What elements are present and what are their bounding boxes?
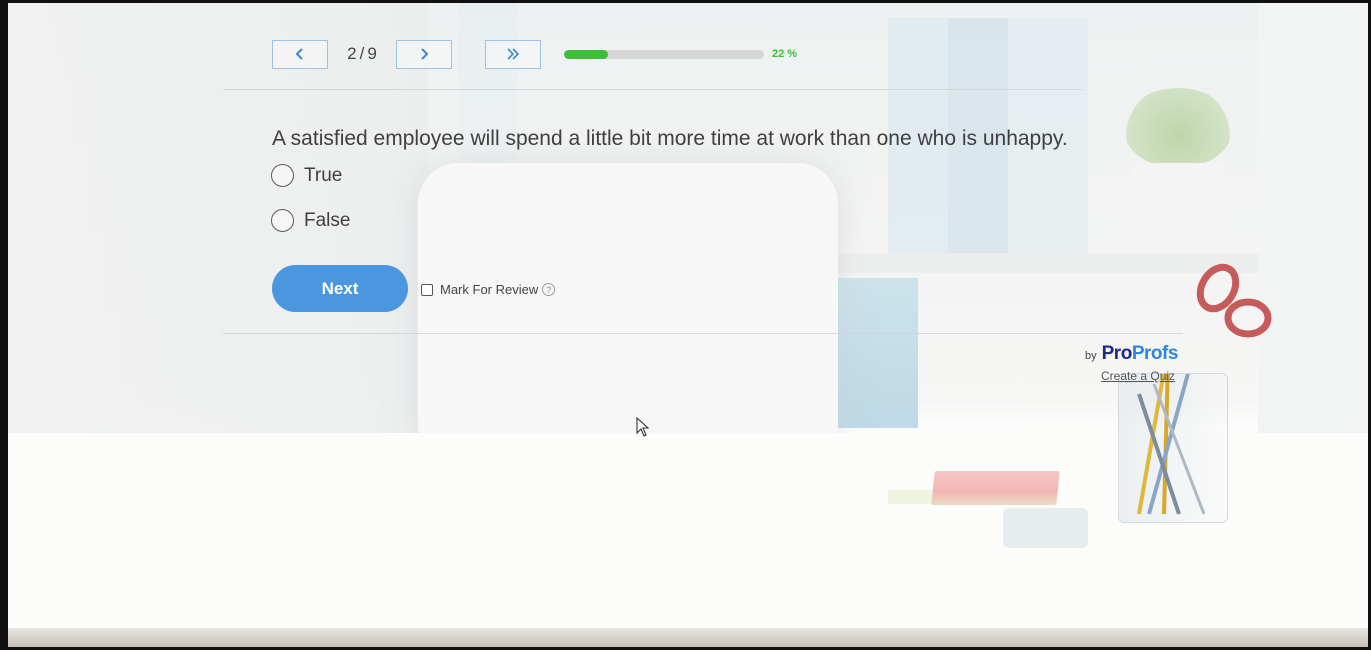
background-desk-edge	[8, 628, 1368, 647]
previous-question-button[interactable]	[272, 39, 328, 69]
question-text: A satisfied employee will spend a little…	[272, 127, 1068, 150]
background-pot	[1133, 163, 1223, 253]
background-pen-cup	[1118, 313, 1228, 523]
bottom-divider	[223, 333, 1183, 334]
mouse-cursor-icon	[636, 417, 650, 437]
total-questions: 9	[367, 44, 377, 63]
quiz-navigation-bar: 2/9 22 %	[272, 39, 797, 69]
radio-button[interactable]	[271, 209, 294, 232]
background-paperclip-box	[1003, 508, 1088, 548]
current-question-number: 2	[347, 44, 357, 63]
skip-to-end-button[interactable]	[485, 39, 541, 69]
progress-track	[564, 49, 764, 59]
background-sticky-notes	[931, 471, 1060, 505]
progress-fill	[564, 49, 608, 59]
chevron-right-icon	[421, 48, 429, 60]
radio-button[interactable]	[271, 164, 294, 187]
mark-for-review-label: Mark For Review	[440, 282, 539, 297]
quiz-page: 2/9 22 % A satisfied employee will spend…	[0, 0, 1371, 650]
branding-by: by	[1085, 350, 1097, 362]
progress-percent-label: 22 %	[772, 48, 798, 60]
background-scissors	[1188, 263, 1278, 343]
chevron-left-icon	[295, 48, 303, 60]
answer-option-true[interactable]: True	[271, 164, 342, 187]
answer-option-false[interactable]: False	[271, 209, 350, 232]
background-right-wall	[1258, 3, 1368, 433]
create-a-quiz-link[interactable]: Create a Quiz	[1101, 369, 1175, 383]
top-divider	[223, 89, 1083, 90]
background-plant	[1123, 88, 1233, 168]
answer-label: True	[304, 164, 343, 186]
answer-label: False	[304, 209, 351, 231]
background-chair	[418, 163, 838, 443]
help-icon[interactable]: ?	[542, 283, 556, 296]
progress-indicator: 22 %	[564, 48, 797, 60]
counter-separator: /	[359, 44, 365, 63]
question-counter: 2/9	[328, 44, 396, 64]
mark-for-review-checkbox[interactable]	[421, 283, 433, 296]
double-chevron-right-icon	[507, 48, 520, 60]
mark-for-review[interactable]: Mark For Review ?	[421, 282, 556, 297]
proprofs-branding: by Pro Profs	[1085, 343, 1178, 365]
proprofs-logo-profs: Profs	[1131, 343, 1179, 364]
next-button[interactable]: Next	[272, 265, 408, 312]
next-question-button[interactable]	[396, 39, 452, 69]
proprofs-logo-pro: Pro	[1101, 343, 1133, 364]
